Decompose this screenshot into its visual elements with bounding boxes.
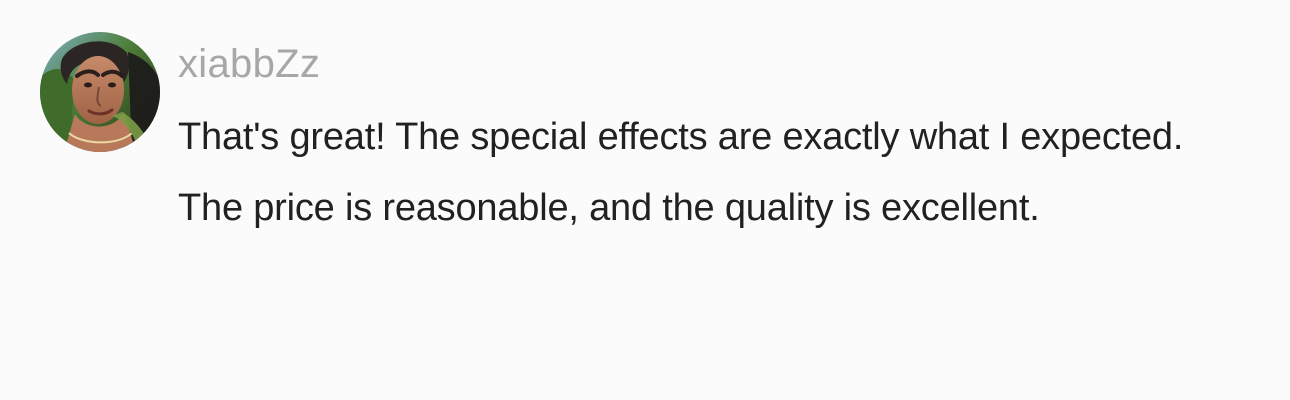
review-text: That's great! The special effects are ex… — [178, 116, 1184, 229]
user-avatar-icon — [40, 32, 160, 152]
avatar[interactable] — [40, 32, 160, 152]
username[interactable]: xiabbZz — [178, 36, 1258, 92]
review-content: xiabbZz That's great! The special effect… — [178, 36, 1258, 244]
review-card: xiabbZz That's great! The special effect… — [0, 0, 1290, 400]
